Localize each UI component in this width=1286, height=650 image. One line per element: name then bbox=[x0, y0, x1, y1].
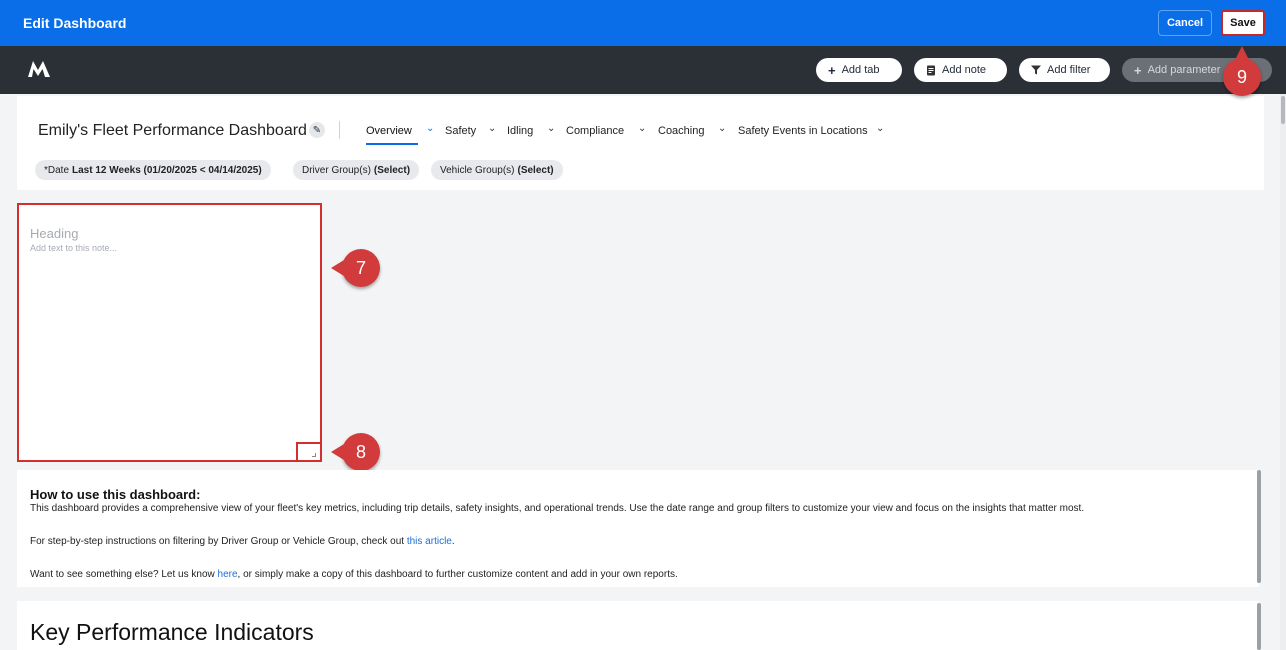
dashboard-toolbar: + Add tab Add note Add filter + Add para… bbox=[0, 46, 1286, 94]
callout-marker-7: 7 bbox=[331, 249, 380, 287]
add-tab-button[interactable]: + Add tab bbox=[816, 58, 902, 82]
date-filter-label: *Date bbox=[44, 164, 70, 176]
m-logo-icon bbox=[28, 61, 50, 77]
kpi-heading: Key Performance Indicators bbox=[30, 619, 314, 645]
chevron-down-icon[interactable]: ⌄ bbox=[876, 123, 884, 134]
note-resize-handle[interactable] bbox=[296, 442, 322, 462]
dashboard-title: Emily's Fleet Performance Dashboard bbox=[38, 122, 307, 139]
callout-marker-9: 9 bbox=[1223, 46, 1261, 96]
date-filter-chip[interactable]: *Date Last 12 Weeks (01/20/2025 < 04/14/… bbox=[35, 160, 271, 180]
add-note-label: Add note bbox=[942, 64, 987, 76]
instructions-line: For step-by-step instructions on filteri… bbox=[30, 536, 455, 547]
tab-safety-events-in-locations[interactable]: Safety Events in Locations bbox=[738, 125, 868, 137]
cancel-button[interactable]: Cancel bbox=[1158, 10, 1212, 36]
add-filter-label: Add filter bbox=[1047, 64, 1091, 76]
driver-group-value: (Select) bbox=[373, 164, 411, 176]
how-to-use-note: How to use this dashboard: This dashboar… bbox=[17, 470, 1259, 587]
plus-icon: + bbox=[1134, 62, 1142, 78]
chevron-down-icon[interactable]: ⌄ bbox=[426, 123, 434, 134]
chevron-down-icon[interactable]: ⌄ bbox=[488, 123, 496, 134]
resize-grip-icon bbox=[312, 453, 316, 457]
chevron-down-icon[interactable]: ⌄ bbox=[547, 123, 555, 134]
instructions-text: For step-by-step instructions on filteri… bbox=[30, 536, 407, 547]
here-link[interactable]: here bbox=[218, 569, 238, 580]
page-scrollbar-thumb[interactable] bbox=[1281, 96, 1285, 124]
feedback-suffix: , or simply make a copy of this dashboar… bbox=[237, 569, 678, 580]
tab-safety[interactable]: Safety bbox=[445, 125, 476, 137]
add-parameter-label: Add parameter bbox=[1147, 64, 1221, 76]
date-filter-value: Last 12 Weeks (01/20/2025 < 04/14/2025) bbox=[72, 164, 262, 176]
edit-title-pencil-icon[interactable]: ✎ bbox=[309, 122, 325, 138]
driver-group-filter-chip[interactable]: Driver Group(s) (Select) bbox=[293, 160, 420, 180]
add-tab-label: Add tab bbox=[841, 64, 880, 76]
page-scrollbar-track[interactable] bbox=[1280, 94, 1286, 650]
filter-icon bbox=[1031, 65, 1041, 75]
edit-dashboard-bar: Edit Dashboard Cancel Save bbox=[0, 0, 1286, 46]
active-tab-indicator bbox=[366, 143, 418, 145]
chevron-down-icon[interactable]: ⌄ bbox=[638, 123, 646, 134]
chevron-down-icon[interactable]: ⌄ bbox=[718, 123, 726, 134]
add-note-button[interactable]: Add note bbox=[914, 58, 1007, 82]
this-article-link[interactable]: this article bbox=[407, 536, 452, 547]
note-body-placeholder[interactable]: Add text to this note... bbox=[30, 243, 117, 253]
tab-overview[interactable]: Overview bbox=[366, 125, 412, 137]
kpi-card-scrollbar[interactable] bbox=[1257, 603, 1261, 650]
vehicle-group-label: Vehicle Group(s) bbox=[440, 164, 515, 176]
how-to-use-heading: How to use this dashboard: bbox=[30, 487, 201, 502]
note-heading-placeholder[interactable]: Heading bbox=[30, 226, 78, 241]
tab-coaching[interactable]: Coaching bbox=[658, 125, 704, 137]
driver-group-label: Driver Group(s) bbox=[302, 164, 371, 176]
info-card-scrollbar[interactable] bbox=[1257, 470, 1261, 583]
dashboard-header: Emily's Fleet Performance Dashboard ✎ Ov… bbox=[17, 96, 1264, 190]
feedback-text: Want to see something else? Let us know bbox=[30, 569, 218, 580]
divider bbox=[339, 121, 340, 139]
instructions-suffix: . bbox=[451, 536, 455, 547]
tab-compliance[interactable]: Compliance bbox=[566, 125, 624, 137]
vehicle-group-value: (Select) bbox=[517, 164, 554, 176]
save-button[interactable]: Save bbox=[1221, 10, 1265, 36]
plus-icon: + bbox=[828, 62, 836, 78]
page-title: Edit Dashboard bbox=[23, 15, 127, 31]
callout-marker-8: 8 bbox=[331, 433, 380, 471]
note-icon bbox=[927, 65, 935, 75]
how-to-use-description: This dashboard provides a comprehensive … bbox=[30, 503, 1085, 514]
feedback-line: Want to see something else? Let us know … bbox=[30, 569, 678, 580]
vehicle-group-filter-chip[interactable]: Vehicle Group(s) (Select) bbox=[431, 160, 563, 180]
kpi-section: Key Performance Indicators bbox=[17, 601, 1259, 650]
new-note-card[interactable]: Heading Add text to this note... bbox=[17, 203, 322, 462]
tab-idling[interactable]: Idling bbox=[507, 125, 533, 137]
add-filter-button[interactable]: Add filter bbox=[1019, 58, 1110, 82]
